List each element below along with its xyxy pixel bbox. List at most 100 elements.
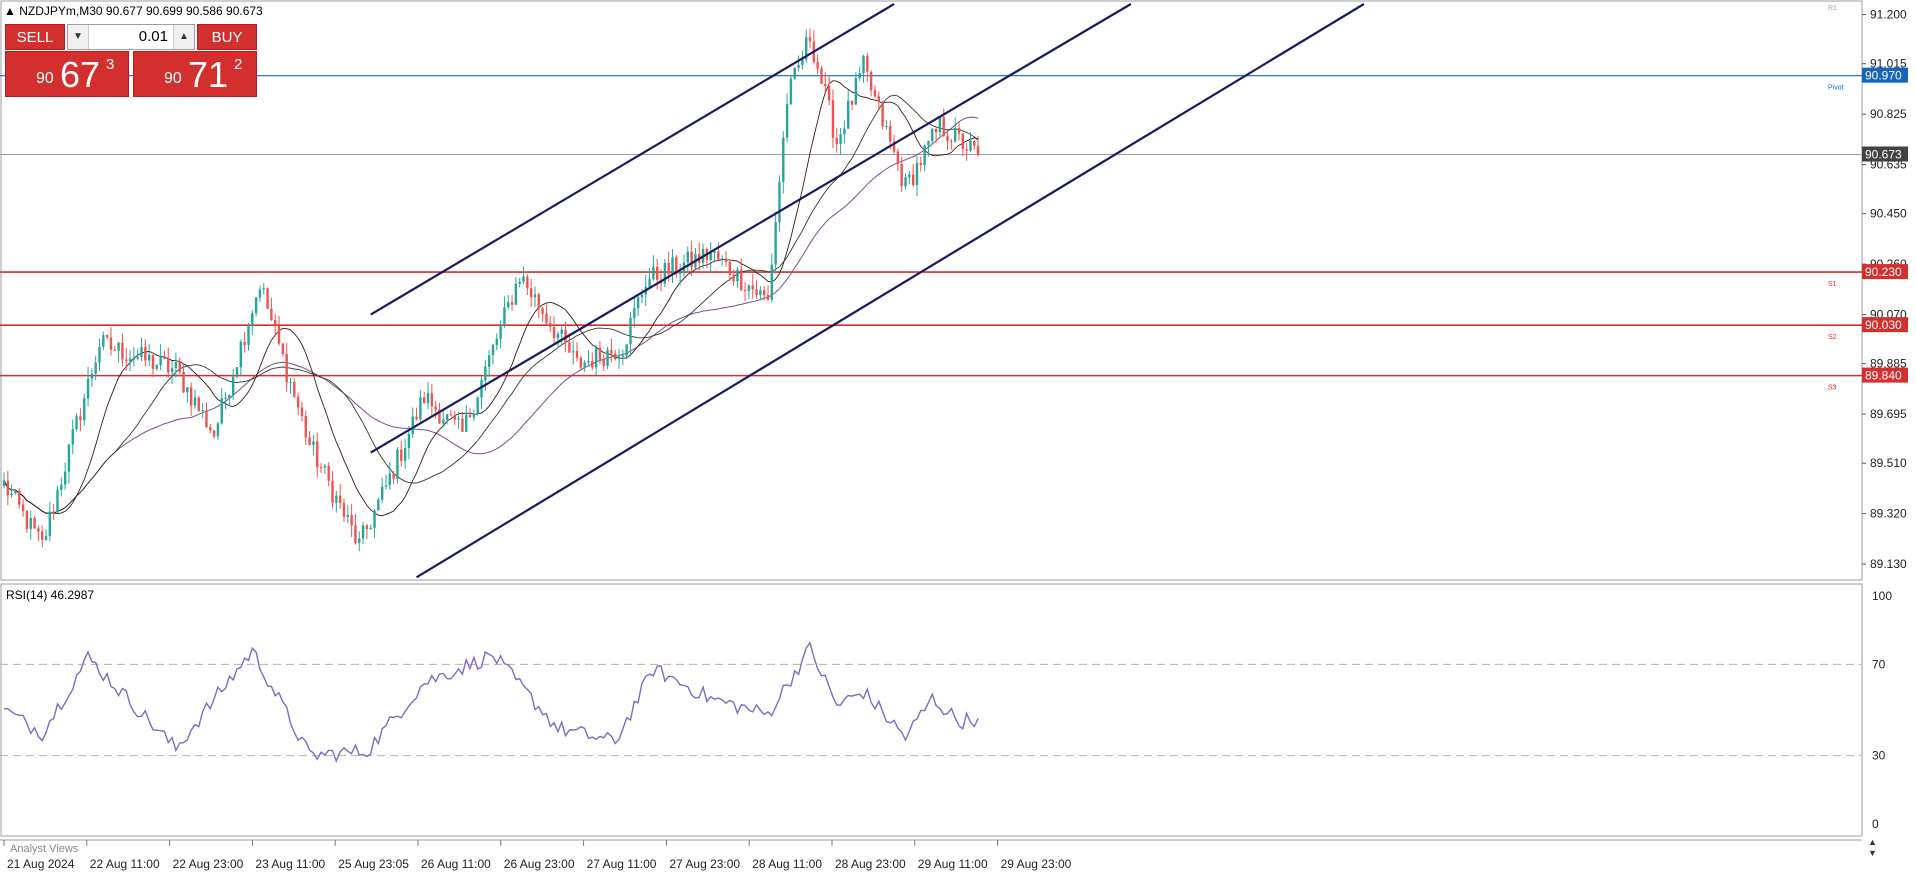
price-panel-frame (0, 0, 1863, 581)
candle-body (2, 480, 6, 487)
candle-body (843, 128, 846, 135)
candle-body (419, 397, 422, 420)
candle-body (52, 511, 55, 513)
candle-body (174, 362, 178, 369)
analyst-views-tab[interactable]: Analyst Views (10, 843, 78, 855)
buy-button[interactable]: BUY (197, 24, 257, 50)
candle-body (94, 362, 97, 374)
candle-body (850, 100, 854, 105)
candle-body (774, 222, 777, 265)
lot-size-field[interactable]: ▼ 0.01 ▲ (67, 24, 195, 50)
candle-body (946, 136, 949, 141)
candle-body (976, 145, 980, 155)
candle-body (44, 535, 48, 540)
candle-body (927, 140, 930, 146)
price-label-text: 90.673 (1865, 148, 1902, 162)
candle-body (881, 101, 884, 127)
buy-price-button[interactable]: 90 71 2 (133, 51, 257, 97)
price-label-text: 90.970 (1865, 69, 1902, 83)
candle-body (411, 416, 414, 435)
rsi-tick-label: 30 (1872, 749, 1886, 763)
candle-body (526, 276, 529, 289)
candle-body (801, 59, 804, 65)
candle-body (426, 393, 430, 404)
buy-price-main: 71 (188, 54, 229, 95)
candle-body (197, 397, 201, 411)
price-label-text: 90.230 (1865, 265, 1902, 279)
candle-body (732, 274, 735, 282)
candle-body (533, 294, 537, 298)
candle-body (63, 471, 67, 485)
candle-body (491, 344, 495, 356)
candle-body (430, 393, 434, 407)
candle-body (159, 356, 162, 366)
candle-body (56, 489, 59, 513)
candle-body (232, 376, 235, 395)
time-axis-label: 25 Aug 23:05 (338, 857, 409, 871)
candle-body (934, 128, 938, 133)
candle-body (831, 100, 835, 139)
one-click-trading-panel: SELL ▼ 0.01 ▲ BUY 90 67 3 90 71 2 (5, 24, 257, 97)
candle-body (338, 495, 342, 504)
time-axis-label: 22 Aug 11:00 (90, 857, 160, 871)
level-label-s2: S2 (1828, 334, 1837, 341)
candle-body (178, 362, 181, 372)
candle-body (953, 128, 957, 142)
chevron-up-icon[interactable]: ▲ (173, 25, 194, 49)
candle-body (75, 416, 78, 430)
candle-body (155, 365, 158, 369)
candle-body (457, 418, 460, 420)
candle-body (636, 297, 640, 309)
candle-body (625, 344, 628, 356)
candle-body (407, 434, 411, 449)
candle-body (839, 134, 842, 145)
candle-body (782, 137, 785, 182)
price-label-text: 90.030 (1865, 318, 1902, 332)
time-axis-label: 26 Aug 23:00 (504, 857, 575, 871)
candle-body (610, 350, 613, 354)
candle-body (747, 285, 751, 292)
candle-body (866, 55, 869, 72)
sell-button[interactable]: SELL (5, 24, 65, 50)
candle-body (449, 414, 453, 416)
candle-body (904, 177, 907, 187)
candle-body (254, 297, 258, 314)
chart-canvas[interactable]: 91.20091.01590.82590.63590.45090.26090.0… (0, 0, 1916, 874)
candle-body (468, 414, 472, 418)
candle-body (239, 341, 243, 368)
candle-body (323, 465, 327, 468)
candle-body (602, 359, 605, 366)
symbol-title: ▲ NZDJPYm,M30 90.677 90.699 90.586 90.67… (4, 4, 263, 18)
candle-body (331, 480, 334, 503)
candle-body (885, 126, 888, 128)
candle-body (83, 398, 86, 421)
candle-body (957, 128, 961, 134)
price-label-text: 89.840 (1865, 369, 1902, 383)
candle-body (614, 353, 617, 360)
candle-body (789, 78, 793, 105)
rsi-panel-frame (0, 583, 1863, 837)
candle-body (785, 104, 789, 138)
candle-body (598, 348, 602, 360)
candle-body (209, 427, 212, 431)
candle-body (212, 430, 216, 437)
time-axis-label: 28 Aug 11:00 (752, 857, 822, 871)
candle-body (293, 381, 296, 397)
sell-price-button[interactable]: 90 67 3 (5, 51, 129, 97)
candle-body (579, 357, 583, 368)
level-label-s3: S3 (1828, 385, 1837, 392)
chevron-down-icon[interactable]: ▼ (68, 25, 89, 49)
lot-size-value[interactable]: 0.01 (139, 25, 168, 49)
time-axis-label: 27 Aug 11:00 (587, 857, 657, 871)
trend-channel-line-3 (415, 3, 1365, 579)
candle-body (858, 73, 861, 79)
candle-body (365, 525, 369, 529)
candle-body (67, 444, 71, 472)
moving-average-slow-line (3, 116, 979, 514)
time-axis-label: 22 Aug 23:00 (173, 857, 244, 871)
candle-body (300, 407, 304, 417)
candle-body (942, 116, 945, 137)
candle-body (499, 324, 502, 339)
candle-body (380, 486, 384, 500)
candle-body (71, 429, 74, 445)
